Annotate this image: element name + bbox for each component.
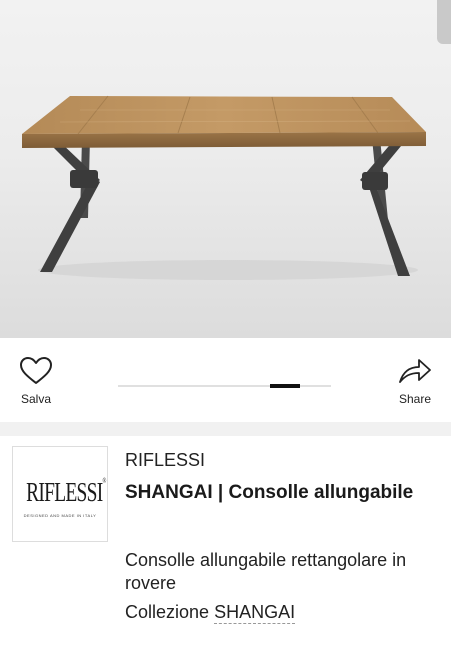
- product-title: SHANGAI | Consolle allungabile: [125, 482, 414, 503]
- table-illustration: [22, 95, 426, 280]
- gallery-pager-active-indicator: [270, 384, 300, 388]
- brand-logo[interactable]: RIFLESSI® DESIGNED AND MADE IN ITALY: [12, 446, 108, 542]
- share-button[interactable]: Share: [385, 356, 445, 406]
- collection-prefix: Collezione: [125, 602, 210, 622]
- product-image[interactable]: [0, 0, 451, 338]
- product-collection: Collezione SHANGAI: [125, 602, 296, 624]
- logo-tagline: DESIGNED AND MADE IN ITALY: [23, 513, 97, 518]
- product-description: Consolle allungabile rettangolare in rov…: [125, 550, 407, 593]
- share-arrow-icon: [399, 359, 431, 383]
- corner-tab: [437, 0, 451, 44]
- save-button[interactable]: Salva: [6, 356, 66, 406]
- save-label: Salva: [20, 392, 52, 406]
- collection-link[interactable]: SHANGAI: [214, 602, 296, 624]
- section-divider: [0, 422, 451, 436]
- action-bar: Salva Share: [0, 338, 451, 422]
- share-label: Share: [398, 392, 432, 406]
- gallery-pager[interactable]: [118, 384, 331, 388]
- brand-name[interactable]: RIFLESSI: [125, 450, 205, 471]
- heart-icon: [20, 357, 52, 384]
- logo-wordmark: RIFLESSI®: [26, 477, 106, 507]
